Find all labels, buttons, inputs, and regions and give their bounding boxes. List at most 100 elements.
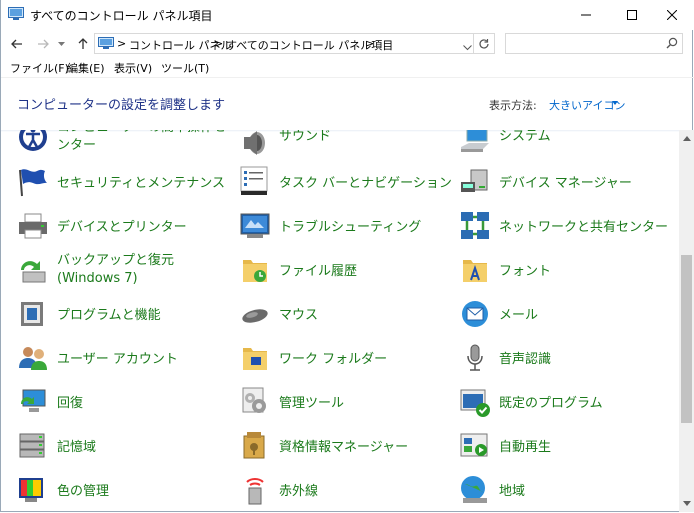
menu-edit[interactable]: 編集(E)	[67, 60, 105, 76]
item-label: フォント	[499, 264, 552, 279]
scroll-down-arrow-icon[interactable]	[683, 501, 691, 506]
item-label: コンピューターの簡単操作センター	[57, 130, 226, 153]
breadcrumb-separator: >	[117, 37, 127, 50]
item-region[interactable]: 地域	[459, 474, 669, 512]
item-mail[interactable]: メール	[459, 298, 669, 338]
menu-tools[interactable]: ツール(T)	[161, 60, 209, 76]
programs-icon	[17, 298, 49, 330]
item-network-sharing[interactable]: ネットワークと共有センター	[459, 210, 669, 250]
item-default-programs[interactable]: 既定のプログラム	[459, 386, 669, 426]
fonts-folder-icon	[459, 254, 491, 286]
breadcrumb-separator[interactable]: >	[365, 37, 374, 50]
recent-locations-chevron-icon[interactable]	[54, 34, 68, 54]
address-bar[interactable]: > コントロール パネル > すべてのコントロール パネル項目 >	[94, 33, 495, 54]
credential-manager-icon	[239, 430, 271, 462]
control-panel-items: コンピューターの簡単操作センター サウンド システム セキュリティとメンテナンス	[1, 130, 679, 512]
item-speech-recognition[interactable]: 音声認識	[459, 342, 669, 382]
refresh-button[interactable]	[473, 34, 494, 53]
item-recovery[interactable]: 回復	[17, 386, 227, 426]
search-icon	[666, 37, 678, 52]
item-label: 色の管理	[57, 484, 110, 499]
item-label: ファイル履歴	[279, 264, 358, 279]
view-by-chevron-icon[interactable]	[612, 101, 618, 105]
storage-icon	[17, 430, 49, 462]
item-sound[interactable]: サウンド	[239, 130, 449, 167]
item-devices-printers[interactable]: デバイスとプリンター	[17, 210, 227, 250]
item-device-manager[interactable]: デバイス マネージャー	[459, 166, 669, 206]
item-label: トラブルシューティング	[279, 220, 422, 235]
control-panel-location-icon	[98, 37, 114, 50]
item-mouse[interactable]: マウス	[239, 298, 449, 338]
item-ease-of-access[interactable]: コンピューターの簡単操作センター	[17, 130, 227, 161]
page-title: コンピューターの設定を調整します	[17, 98, 226, 113]
item-label: 資格情報マネージャー	[279, 440, 409, 455]
search-input[interactable]	[505, 33, 683, 54]
content-header: コンピューターの設定を調整します 表示方法: 大きいアイコン	[1, 77, 694, 130]
taskbar-icon	[239, 166, 271, 198]
device-manager-icon	[459, 166, 491, 198]
vertical-scrollbar[interactable]	[679, 130, 694, 512]
item-system[interactable]: システム	[459, 130, 669, 167]
menu-bar: ファイル(F) 編集(E) 表示(V) ツール(T)	[1, 58, 694, 78]
mouse-icon	[239, 298, 271, 330]
item-label: 記憶域	[57, 440, 97, 455]
item-label: 地域	[499, 484, 526, 499]
item-color-management[interactable]: 色の管理	[17, 474, 227, 512]
window: すべてのコントロール パネル項目 > コントロール パネル > すべてのコントロ…	[0, 0, 694, 512]
back-button[interactable]	[7, 34, 27, 54]
window-title: すべてのコントロール パネル項目	[30, 9, 213, 23]
mail-icon	[459, 298, 491, 330]
item-label: 赤外線	[279, 484, 319, 499]
users-icon	[17, 342, 49, 374]
item-programs-features[interactable]: プログラムと機能	[17, 298, 227, 338]
scroll-up-arrow-icon[interactable]	[683, 136, 691, 141]
address-history-chevron-icon[interactable]	[463, 40, 472, 54]
item-label: マウス	[279, 308, 319, 323]
forward-button[interactable]	[33, 34, 53, 54]
ease-of-access-icon	[17, 130, 49, 153]
up-button[interactable]	[73, 34, 93, 54]
item-backup-restore[interactable]: バックアップと復元 (Windows 7)	[17, 253, 227, 294]
item-label: デバイスとプリンター	[57, 220, 187, 235]
microphone-icon	[459, 342, 491, 374]
item-fonts[interactable]: フォント	[459, 254, 669, 294]
view-by-dropdown[interactable]: 大きいアイコン	[549, 97, 625, 113]
item-security-maintenance[interactable]: セキュリティとメンテナンス	[17, 166, 227, 206]
item-label: セキュリティとメンテナンス	[57, 176, 225, 191]
item-label: ワーク フォルダー	[279, 352, 388, 367]
title-bar[interactable]: すべてのコントロール パネル項目	[1, 0, 694, 30]
item-credential-manager[interactable]: 資格情報マネージャー	[239, 430, 449, 470]
admin-tools-icon	[239, 386, 271, 418]
item-user-accounts[interactable]: ユーザー アカウント	[17, 342, 227, 382]
item-label: 音声認識	[499, 352, 552, 367]
scrollbar-thumb[interactable]	[681, 255, 692, 423]
item-label: 既定のプログラム	[499, 396, 603, 411]
item-troubleshooting[interactable]: トラブルシューティング	[239, 210, 449, 250]
item-infrared[interactable]: 赤外線	[239, 474, 449, 512]
infrared-icon	[239, 474, 271, 506]
work-folders-icon	[239, 342, 271, 374]
backup-icon	[17, 254, 49, 286]
region-globe-icon	[459, 474, 491, 506]
close-button[interactable]	[649, 0, 694, 30]
item-storage-spaces[interactable]: 記憶域	[17, 430, 227, 470]
item-label: バックアップと復元 (Windows 7)	[57, 253, 175, 286]
item-label: 回復	[57, 396, 84, 411]
item-taskbar[interactable]: タスク バーとナビゲーション	[239, 166, 452, 206]
computer-icon	[459, 130, 491, 159]
color-management-icon	[17, 474, 49, 506]
file-history-icon	[239, 254, 271, 286]
breadcrumb-separator[interactable]: >	[214, 37, 223, 50]
troubleshoot-icon	[239, 210, 271, 242]
item-autoplay[interactable]: 自動再生	[459, 430, 669, 470]
menu-view[interactable]: 表示(V)	[114, 60, 152, 76]
recovery-icon	[17, 386, 49, 418]
item-file-history[interactable]: ファイル履歴	[239, 254, 449, 294]
item-admin-tools[interactable]: 管理ツール	[239, 386, 449, 426]
item-label: 管理ツール	[279, 396, 345, 411]
item-label: システム	[499, 130, 551, 144]
menu-file[interactable]: ファイル(F)	[10, 60, 69, 76]
network-icon	[459, 210, 491, 242]
minimize-button[interactable]	[563, 0, 609, 30]
item-work-folders[interactable]: ワーク フォルダー	[239, 342, 449, 382]
